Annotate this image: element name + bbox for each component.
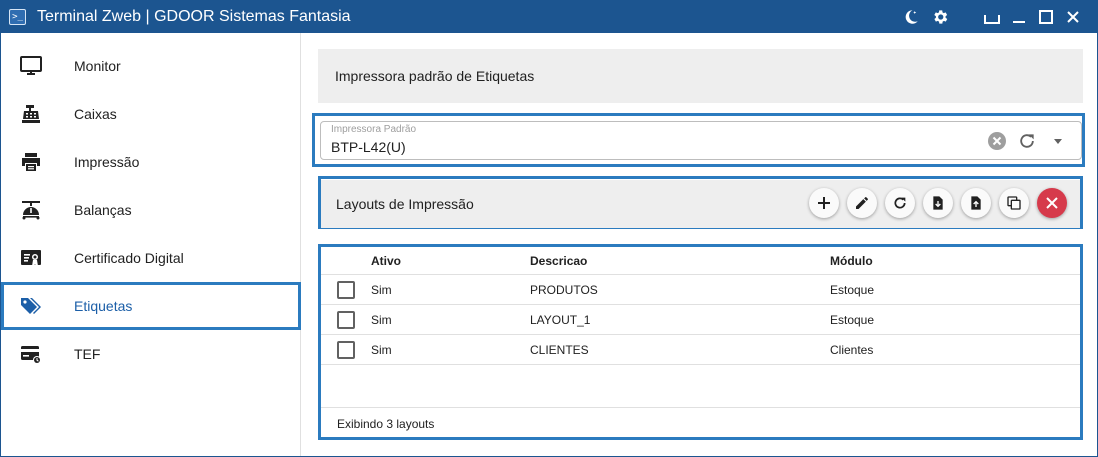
printer-section-title: Impressora padrão de Etiquetas <box>335 68 535 84</box>
moon-icon[interactable] <box>899 5 923 29</box>
cell-modulo: Clientes <box>830 343 874 357</box>
row-checkbox[interactable] <box>337 311 355 329</box>
printer-section-header: Impressora padrão de Etiquetas <box>318 49 1083 103</box>
cell-modulo: Estoque <box>830 283 875 297</box>
sidebar-item-tef[interactable]: TEF <box>1 330 301 378</box>
scale-icon <box>19 198 43 222</box>
delete-button[interactable] <box>1037 188 1067 218</box>
sidebar-item-certificado-digital[interactable]: Certificado Digital <box>1 234 301 282</box>
chevron-down-icon[interactable] <box>1048 131 1068 151</box>
layouts-table: Ativo Descricao Módulo Sim PRODUTOS Esto… <box>321 247 1080 437</box>
tags-icon <box>19 294 43 318</box>
sidebar-item-label: Balanças <box>74 202 132 218</box>
default-printer-select[interactable]: Impressora Padrão <box>320 121 1082 160</box>
edit-button[interactable] <box>847 188 877 218</box>
minimize-icon[interactable] <box>1007 5 1031 29</box>
close-icon[interactable] <box>1061 5 1085 29</box>
file-export-icon <box>971 196 981 210</box>
row-checkbox[interactable] <box>337 281 355 299</box>
terminal-prompt-icon: >_ <box>9 9 26 25</box>
table-footer: Exibindo 3 layouts <box>321 407 1080 437</box>
printer-icon <box>19 150 43 174</box>
row-checkbox[interactable] <box>337 341 355 359</box>
sidebar-item-balancas[interactable]: Balanças <box>1 186 301 234</box>
delete-icon <box>1046 197 1058 209</box>
restore-bottom-icon[interactable] <box>980 5 1004 29</box>
maximize-icon[interactable] <box>1034 5 1058 29</box>
table-header: Ativo Descricao Módulo <box>321 247 1080 275</box>
export-button[interactable] <box>961 188 991 218</box>
edit-icon <box>856 197 868 209</box>
import-button[interactable] <box>923 188 953 218</box>
sidebar-item-label: Etiquetas <box>74 298 133 314</box>
duplicate-button[interactable] <box>999 188 1029 218</box>
sidebar-item-label: TEF <box>74 346 101 362</box>
column-header-modulo[interactable]: Módulo <box>830 254 873 268</box>
sidebar-item-label: Caixas <box>74 106 117 122</box>
clear-icon[interactable] <box>987 131 1007 151</box>
sidebar-item-label: Impressão <box>74 154 140 170</box>
cell-ativo: Sim <box>371 313 392 327</box>
row-count-text: Exibindo 3 layouts <box>337 417 435 431</box>
column-header-ativo[interactable]: Ativo <box>371 254 401 268</box>
table-row[interactable]: Sim PRODUTOS Estoque <box>321 275 1080 305</box>
table-row[interactable]: Sim CLIENTES Clientes <box>321 335 1080 365</box>
cell-descricao: LAYOUT_1 <box>530 313 591 327</box>
card-terminal-icon <box>19 342 43 366</box>
layouts-toolbar: Layouts de Impressão <box>321 180 1080 228</box>
cell-ativo: Sim <box>371 283 392 297</box>
cell-ativo: Sim <box>371 343 392 357</box>
add-button[interactable] <box>809 188 839 218</box>
main-content: Impressora padrão de Etiquetas Impressor… <box>302 33 1097 456</box>
refresh-button[interactable] <box>885 188 915 218</box>
table-row[interactable]: Sim LAYOUT_1 Estoque <box>321 305 1080 335</box>
layouts-title: Layouts de Impressão <box>336 196 474 212</box>
column-header-descricao[interactable]: Descricao <box>530 254 587 268</box>
reload-icon[interactable] <box>1017 131 1037 151</box>
cell-descricao: CLIENTES <box>530 343 589 357</box>
sidebar: Monitor Caixas Impressão Balanças Certif <box>1 33 301 456</box>
sidebar-item-etiquetas[interactable]: Etiquetas <box>1 282 301 330</box>
monitor-icon <box>19 54 43 78</box>
add-icon <box>818 197 830 209</box>
file-import-icon <box>933 196 943 210</box>
title-bar[interactable]: >_ Terminal Zweb | GDOOR Sistemas Fantas… <box>1 1 1097 33</box>
cell-modulo: Estoque <box>830 313 875 327</box>
app-window: >_ Terminal Zweb | GDOOR Sistemas Fantas… <box>0 0 1098 457</box>
certificate-icon <box>19 246 43 270</box>
duplicate-icon <box>1007 196 1021 210</box>
sidebar-item-label: Monitor <box>74 58 121 74</box>
default-printer-label: Impressora Padrão <box>331 124 417 135</box>
refresh-icon <box>894 197 906 209</box>
window-title: Terminal Zweb | GDOOR Sistemas Fantasia <box>37 8 351 25</box>
cash-register-icon <box>19 102 43 126</box>
sidebar-item-caixas[interactable]: Caixas <box>1 90 301 138</box>
cell-descricao: PRODUTOS <box>530 283 598 297</box>
sidebar-item-label: Certificado Digital <box>74 250 184 266</box>
sidebar-item-monitor[interactable]: Monitor <box>1 42 301 90</box>
sidebar-item-impressao[interactable]: Impressão <box>1 138 301 186</box>
default-printer-input[interactable] <box>331 137 931 157</box>
gear-icon[interactable] <box>928 5 952 29</box>
